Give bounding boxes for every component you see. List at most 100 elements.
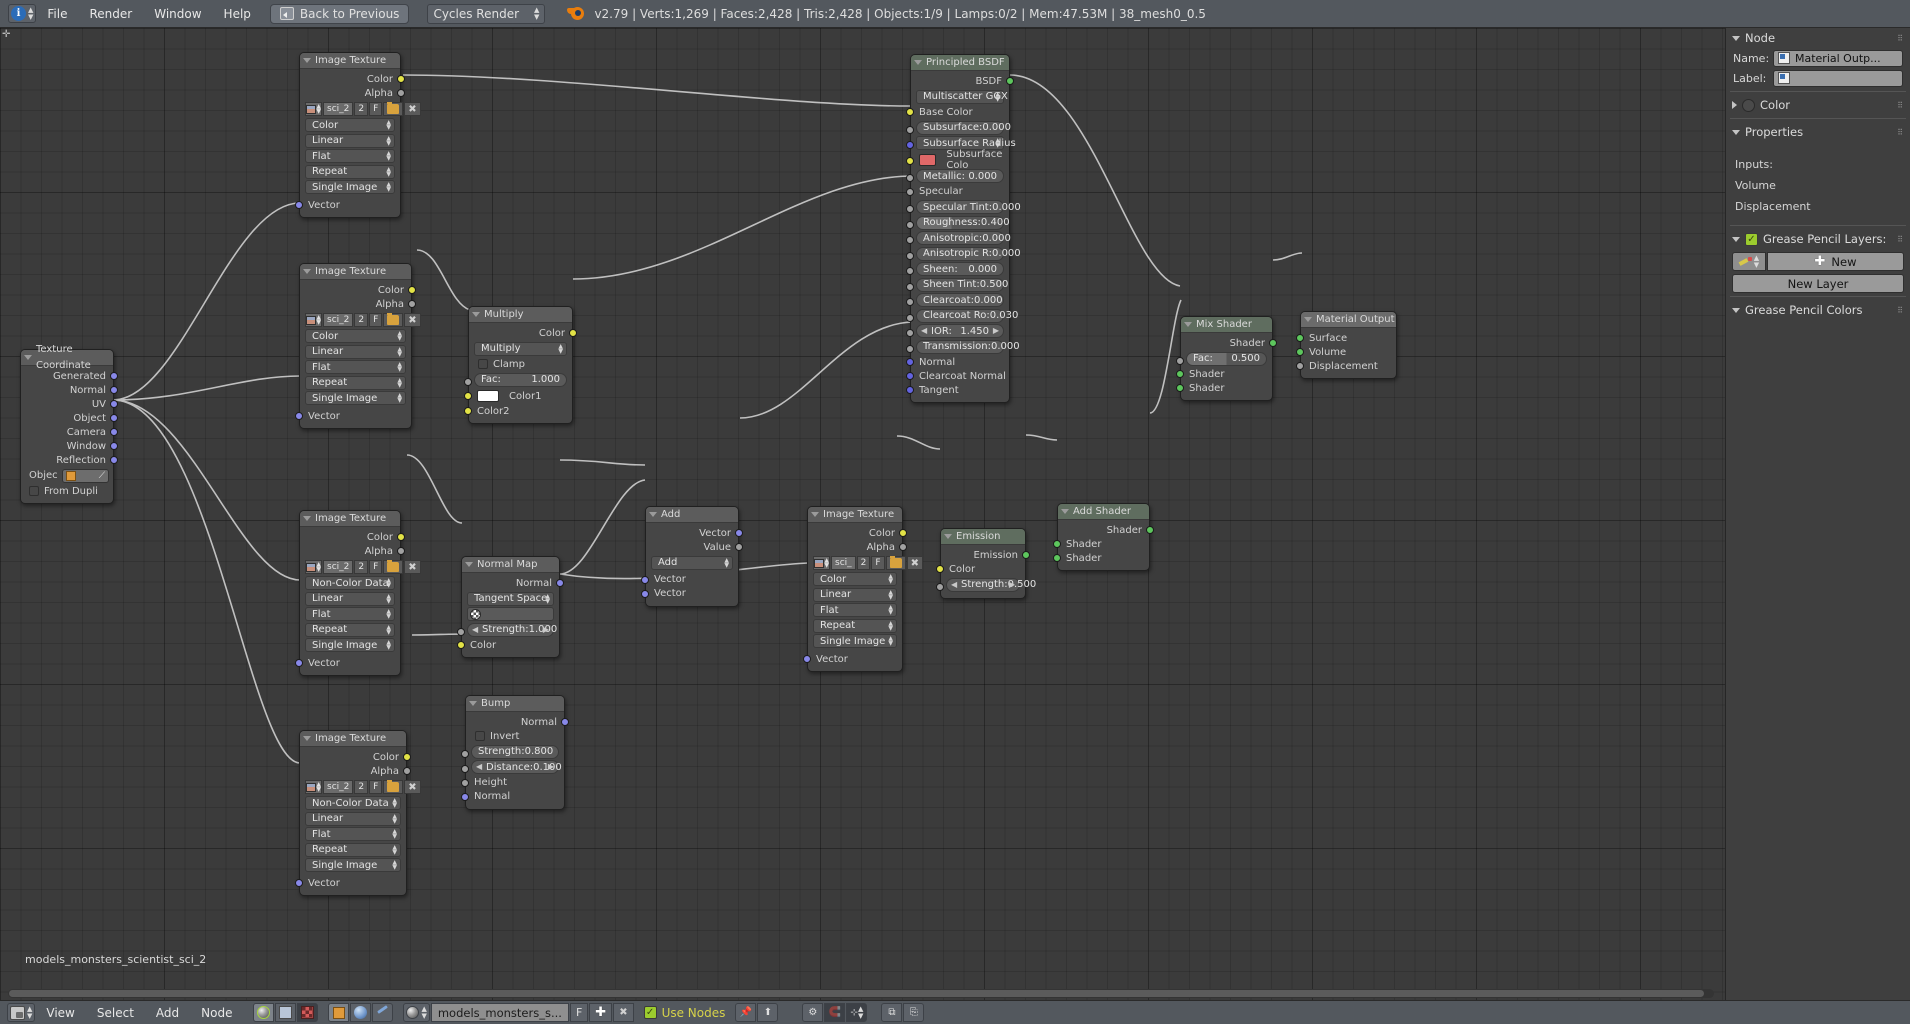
collapse-triangle-icon[interactable] [811, 512, 819, 517]
socket-clearcoat-in[interactable] [906, 298, 914, 306]
fake-user-button[interactable]: F [569, 1003, 589, 1022]
socket-color-out[interactable] [899, 529, 907, 537]
triangle-down-icon[interactable] [1732, 307, 1740, 313]
socket-fac-in[interactable] [464, 377, 472, 386]
extension-dropdown[interactable]: Repeat ▲ ▼ [305, 622, 395, 637]
socket-strength-in[interactable] [936, 582, 944, 591]
collapse-triangle-icon[interactable] [1061, 509, 1069, 514]
collapse-triangle-icon[interactable] [469, 701, 477, 706]
collapse-triangle-icon[interactable] [24, 355, 32, 360]
node-header[interactable]: Image Texture [808, 507, 902, 523]
socket-emission-out[interactable] [1022, 551, 1030, 559]
eyedropper-icon[interactable]: ⟋ [99, 471, 105, 481]
node-multiply[interactable]: Multiply Color Multiply ▲ ▼ Clamp Fac: 1.0… [464, 306, 577, 424]
image-browse-icon[interactable]: ▲ ▼ [305, 102, 322, 116]
space-dropdown[interactable]: Tangent Space ▲ ▼ [467, 591, 554, 606]
editor-type-selector[interactable]: i ▲ ▼ [8, 4, 37, 23]
uv-map-field[interactable] [467, 607, 554, 621]
context-brush-button[interactable] [372, 1003, 394, 1022]
socket-color-out[interactable] [397, 533, 405, 541]
socket-vector-in[interactable] [295, 201, 303, 209]
interpolation-dropdown[interactable]: Linear ▲ ▼ [305, 811, 401, 826]
socket-sheen-in[interactable] [906, 267, 914, 275]
socket-displacement-in[interactable] [1296, 362, 1304, 370]
socket-normal-out[interactable] [561, 718, 569, 726]
socket-bsdf-out[interactable] [1006, 77, 1014, 85]
node-image-texture-3[interactable]: Image Texture Color Alpha ▲▼ sci_2 2 F [295, 510, 421, 676]
operation-dropdown[interactable]: Add ▲ ▼ [651, 555, 733, 570]
snap-target-button[interactable]: ⊹ ▲ ▼ [846, 1003, 868, 1022]
node-image-texture-2[interactable]: Image Texture Color Alpha ▲▼ sci_2 2 F [295, 263, 421, 429]
strength-slider[interactable]: ◀ Strength: 0.500 ▶ [946, 577, 1036, 592]
context-object-button[interactable] [328, 1003, 350, 1022]
socket-shader2-in[interactable] [1053, 554, 1061, 562]
socket-normal-out[interactable] [556, 579, 564, 587]
socket-clearcoat-ro-in[interactable] [906, 313, 914, 322]
image-users-count[interactable]: 2 [354, 780, 369, 794]
node-name-input[interactable]: Material Outp... [1773, 49, 1903, 67]
colorspace-dropdown[interactable]: Color ▲ ▼ [813, 572, 897, 586]
new-material-button[interactable]: ✚ [589, 1003, 613, 1022]
source-dropdown[interactable]: Single Image ▲ ▼ [305, 638, 395, 652]
node-header[interactable]: Emission [941, 529, 1025, 545]
socket-color-in[interactable] [936, 565, 944, 573]
canvas-horizontal-scrollbar[interactable] [8, 989, 1714, 998]
shader-type-world-button[interactable] [275, 1003, 297, 1022]
node-header[interactable]: Material Output [1301, 312, 1396, 328]
menu-node[interactable]: Node [190, 1001, 243, 1024]
socket-uv-out[interactable] [110, 400, 118, 408]
socket-fac-in[interactable] [1176, 356, 1184, 365]
node-header[interactable]: Normal Map [462, 557, 559, 573]
socket-roughness-in[interactable] [906, 220, 914, 229]
image-name-field[interactable]: sci_ [831, 556, 856, 570]
node-header[interactable]: Image Texture [300, 264, 411, 280]
source-dropdown[interactable]: Single Image ▲ ▼ [305, 391, 406, 405]
new-layer-button[interactable]: New Layer [1732, 274, 1904, 293]
projection-dropdown[interactable]: Flat ▲ ▼ [305, 827, 401, 841]
projection-dropdown[interactable]: Flat ▲ ▼ [305, 607, 395, 621]
socket-alpha-out[interactable] [403, 767, 411, 775]
socket-shader2-in[interactable] [1176, 384, 1184, 392]
open-image-icon[interactable] [885, 556, 906, 570]
triangle-down-icon[interactable] [1732, 236, 1740, 242]
unlink-image-icon[interactable]: ✖ [404, 313, 421, 327]
clamp-checkbox[interactable] [478, 359, 488, 369]
socket-camera-out[interactable] [110, 428, 118, 436]
socket-vector1-in[interactable] [641, 575, 649, 584]
extension-dropdown[interactable]: Repeat ▲ ▼ [813, 618, 897, 633]
node-header[interactable]: Add Shader [1058, 504, 1149, 520]
menu-file[interactable]: File [36, 0, 78, 28]
triangle-down-icon[interactable] [1732, 35, 1740, 41]
open-image-icon[interactable] [383, 313, 404, 327]
param-slider[interactable]: Clearcoat: 0.000 [916, 293, 1004, 307]
source-dropdown[interactable]: Single Image ▲ ▼ [305, 180, 395, 194]
node-emission[interactable]: Emission Emission Color ◀ Strength: 0.50… [936, 528, 1036, 599]
fake-user-button[interactable]: F [369, 560, 383, 574]
socket-normal-in[interactable] [461, 792, 469, 801]
socket-alpha-out[interactable] [408, 300, 416, 308]
colorspace-dropdown[interactable]: Non-Color Data ▲ ▼ [305, 796, 401, 810]
image-name-field[interactable]: sci_2 [323, 780, 354, 794]
interpolation-dropdown[interactable]: Linear ▲ ▼ [305, 133, 395, 148]
colorspace-dropdown[interactable]: Non-Color Data ▲ ▼ [305, 576, 395, 590]
collapse-triangle-icon[interactable] [649, 512, 657, 517]
panel-header-grease-pencil-layers[interactable]: ✓ Grease Pencil Layers: ⠿ [1726, 229, 1910, 249]
object-field-row[interactable]: Objec ⟋ [21, 467, 113, 484]
interpolation-dropdown[interactable]: Linear ▲ ▼ [305, 591, 395, 606]
socket-object-out[interactable] [110, 414, 118, 422]
socket-volume-in[interactable] [1296, 348, 1304, 356]
image-browse-icon[interactable]: ▲ ▼ [305, 560, 322, 574]
menu-select[interactable]: Select [86, 1001, 145, 1024]
node-group-button[interactable]: ⚙ [802, 1003, 824, 1022]
node-editor-canvas[interactable]: ✛ Image Texture Color Alpha ▲ ▼ sci_2 2 … [0, 28, 1725, 1000]
socket-surface-in[interactable] [1296, 334, 1304, 342]
node-vector-add[interactable]: Add Vector Value Add ▲ ▼ Vector Vector [641, 506, 743, 607]
socket-shader-out[interactable] [1269, 339, 1277, 347]
colorspace-dropdown[interactable]: Color ▲ ▼ [305, 118, 395, 132]
socket-shader1-in[interactable] [1176, 370, 1184, 378]
node-principled-bsdf[interactable]: Principled BSDF BSDF Multiscatter GGX ▲ ▼ … [906, 54, 1021, 403]
param-slider[interactable]: Specular Tint: 0.000 [916, 200, 1021, 214]
blend-mode-dropdown[interactable]: Multiply ▲ ▼ [474, 341, 567, 356]
node-image-texture-1[interactable]: Image Texture Color Alpha ▲▼ sci_2 2 F [295, 52, 421, 218]
node-material-output[interactable]: Material Output Surface Volume Displacem… [1296, 311, 1397, 379]
